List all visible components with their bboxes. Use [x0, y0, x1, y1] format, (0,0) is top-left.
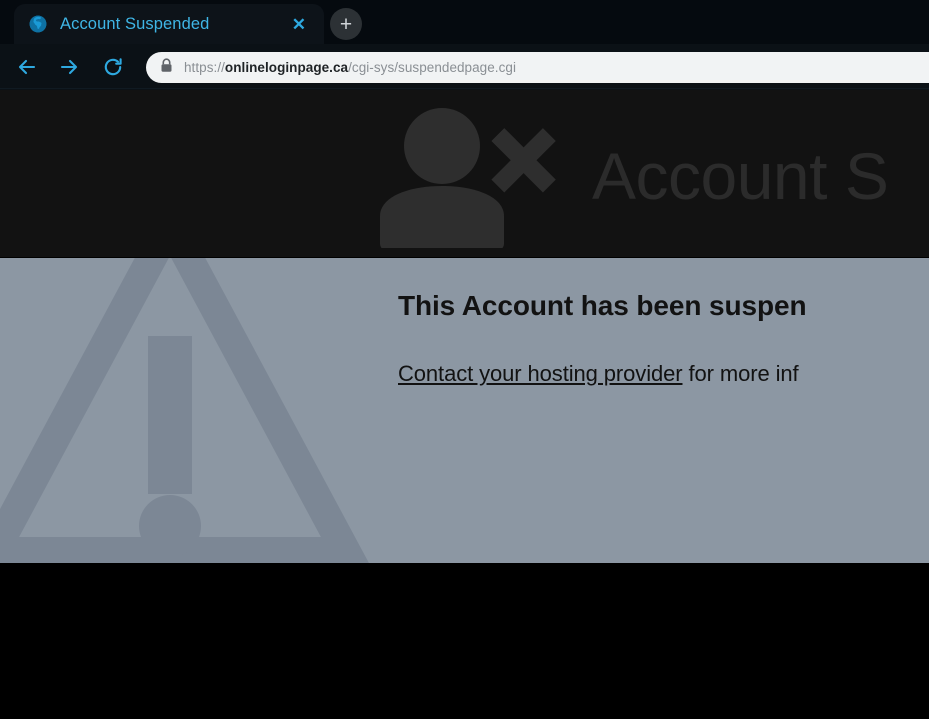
toolbar-divider — [0, 88, 929, 89]
hosting-provider-link[interactable]: Contact your hosting provider — [398, 361, 683, 386]
page-header-content: Account S — [370, 98, 889, 253]
browser-tab-account-suspended[interactable]: Account Suspended ✕ — [14, 4, 324, 44]
new-tab-button[interactable]: + — [330, 8, 362, 40]
lock-icon[interactable] — [160, 57, 173, 78]
band-bottom-shadow — [0, 555, 310, 563]
url-scheme: https:// — [184, 60, 225, 75]
tab-strip: Account Suspended ✕ + — [0, 0, 929, 44]
close-icon[interactable]: ✕ — [284, 14, 314, 35]
url-host: onlineloginpage.ca — [224, 60, 349, 75]
page-footer — [0, 563, 929, 719]
warning-triangle-icon — [0, 258, 370, 563]
forward-arrow-icon[interactable] — [54, 52, 84, 82]
page-header: Account S — [0, 90, 929, 257]
back-arrow-icon[interactable] — [12, 52, 42, 82]
url-text: https://onlineloginpage.ca/cgi-sys/suspe… — [184, 60, 516, 75]
user-remove-icon — [370, 98, 570, 253]
page-viewport: Account S This Account has been suspen C… — [0, 90, 929, 719]
reload-icon[interactable] — [98, 52, 128, 82]
url-path: /cgi-sys/suspendedpage.cgi — [348, 60, 516, 75]
tab-title: Account Suspended — [60, 14, 210, 33]
page-title: Account S — [592, 138, 889, 213]
plus-icon: + — [339, 12, 353, 36]
browser-window: Account Suspended ✕ + https://onlinelogi… — [0, 0, 929, 719]
address-bar[interactable]: https://onlineloginpage.ca/cgi-sys/suspe… — [146, 52, 929, 83]
page-body: This Account has been suspen Contact you… — [0, 258, 929, 563]
suspended-subline: Contact your hosting provider for more i… — [398, 322, 929, 387]
suspended-headline: This Account has been suspen — [398, 290, 807, 321]
page-body-text: This Account has been suspen Contact you… — [398, 258, 929, 387]
globe-icon — [28, 14, 48, 34]
suspended-subline-trailing: for more inf — [682, 361, 799, 387]
